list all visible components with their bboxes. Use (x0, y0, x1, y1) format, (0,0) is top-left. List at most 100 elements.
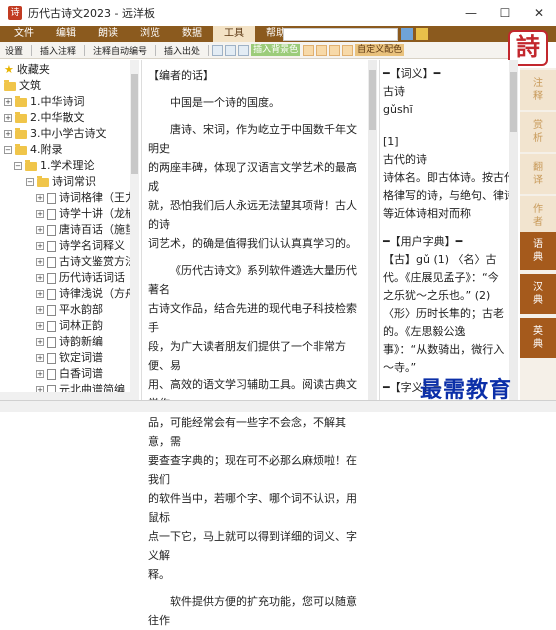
custom-color-button[interactable]: 自定义配色 (355, 44, 405, 56)
expand-icon[interactable]: + (4, 114, 12, 122)
tab-han-dict[interactable]: 汉典 (520, 274, 556, 314)
side-tab-char: 作 (533, 204, 543, 215)
expand-icon[interactable]: + (36, 338, 44, 346)
insert-source-button[interactable]: 插入出处 (159, 44, 205, 57)
tree-item-document[interactable]: + 诗韵新编 (36, 334, 103, 350)
menu-browse[interactable]: 浏览 (129, 26, 171, 42)
document-icon (47, 272, 56, 284)
expand-icon[interactable]: + (36, 258, 44, 266)
tree-item-document[interactable]: + 唐诗百话（施蛰 (36, 222, 130, 238)
dictionary-panel: ━【词义】━ 古诗 gǔshī [1] 古代的诗 诗体名。即古体诗。按古代 格律… (379, 60, 509, 400)
tree-item-library[interactable]: 文筑 (4, 78, 41, 94)
article-text[interactable]: 【编者的话】 中国是一个诗的国度。 唐诗、宋词，作为屹立于中国数千年文明史 的两座… (148, 66, 366, 630)
tree-item-document[interactable]: + 钦定词谱 (36, 350, 103, 366)
expand-icon[interactable]: + (36, 242, 44, 250)
tree-scrollbar[interactable] (130, 60, 139, 400)
tree-item-document[interactable]: + 诗学名词释义（ (36, 238, 130, 254)
scroll-thumb[interactable] (510, 72, 517, 132)
tab-notes[interactable]: 注释 (520, 70, 556, 110)
tree-item-document[interactable]: + 诗词格律（王力 (36, 190, 130, 206)
tab-appreciation[interactable]: 赏析 (520, 112, 556, 152)
color-swatch[interactable] (303, 44, 315, 56)
expand-icon[interactable]: + (36, 274, 44, 282)
collapse-icon[interactable]: − (26, 178, 34, 186)
scroll-thumb[interactable] (131, 74, 138, 174)
tree-item-document[interactable]: + 历代诗话词话 (36, 270, 125, 286)
maximize-button[interactable]: ☐ (488, 0, 522, 26)
expand-icon[interactable]: + (36, 322, 44, 330)
close-button[interactable]: ✕ (522, 0, 556, 26)
tree-item-label: 文筑 (19, 79, 41, 92)
dict-entry: 【古】gǔ (1) 〈名〉古 (383, 253, 497, 266)
folder-icon (15, 143, 27, 155)
tree-item-document[interactable]: + 平水韵部 (36, 302, 103, 318)
expand-icon[interactable]: + (36, 306, 44, 314)
editor-scrollbar[interactable] (368, 60, 377, 400)
expand-icon[interactable]: + (36, 370, 44, 378)
expand-icon[interactable]: + (36, 194, 44, 202)
insert-note-button[interactable]: 插入注释 (35, 44, 81, 57)
tree-item-appendix[interactable]: − 4.附录 (4, 142, 63, 158)
menu-data[interactable]: 数据 (171, 26, 213, 42)
search-input[interactable] (283, 28, 398, 41)
tree-item-document[interactable]: + 古诗文鉴赏方法 (36, 254, 130, 270)
color-swatch[interactable] (342, 44, 354, 56)
tab-author[interactable]: 作者 (520, 196, 556, 236)
side-tab-char: 赏 (533, 120, 543, 131)
document-icon (47, 256, 56, 268)
color-swatch[interactable] (225, 44, 237, 56)
dictionary-scrollbar[interactable] (509, 60, 518, 400)
menu-file[interactable]: 文件 (0, 26, 45, 42)
document-icon (47, 240, 56, 252)
scroll-thumb[interactable] (369, 70, 376, 130)
collapse-icon[interactable]: − (4, 146, 12, 154)
expand-icon[interactable]: + (36, 290, 44, 298)
pencil-icon[interactable] (416, 28, 428, 40)
tree-item-chinese-poetry[interactable]: + 1.中华诗词 (4, 94, 85, 110)
tree-item-document[interactable]: + 词林正韵 (36, 318, 103, 334)
tree-item-school-poems[interactable]: + 3.中小学古诗文 (4, 126, 107, 142)
tree-item-document[interactable]: + 诗学十讲（龙榆 (36, 206, 130, 222)
color-swatch[interactable] (238, 44, 250, 56)
tree-horizontal-scrollbar[interactable] (0, 392, 139, 400)
menu-tools[interactable]: 工具 (213, 26, 255, 42)
side-tab-char: 译 (533, 175, 543, 186)
menu-edit[interactable]: 编辑 (45, 26, 87, 42)
expand-icon[interactable]: + (36, 354, 44, 362)
expand-icon[interactable]: + (36, 226, 44, 234)
search-icon[interactable] (401, 28, 413, 40)
article-paragraph: 《历代古诗文》系列软件遴选大量历代著名 古诗文作品，结合先进的现代电子科技检索手段… (148, 261, 366, 584)
tree-item-favorites[interactable]: ★ 收藏夹 (4, 62, 50, 78)
catalog-tree: ★ 收藏夹 文筑 + 1.中华诗词 + 2.中华散文 + 3.中小学古诗文 − … (0, 60, 130, 400)
expand-icon[interactable]: + (4, 130, 12, 138)
settings-button[interactable]: 设置 (0, 44, 28, 57)
tree-item-label: 历代诗话词话 (59, 271, 125, 284)
tree-item-document[interactable]: + 诗律浅说（方舟 (36, 286, 130, 302)
color-swatch[interactable] (212, 44, 224, 56)
tab-translation[interactable]: 翻译 (520, 154, 556, 194)
folder-icon (25, 159, 37, 171)
menu-bar: 文件 编辑 朗读 浏览 数据 工具 帮助 (0, 26, 556, 42)
minimize-button[interactable]: — (454, 0, 488, 26)
auto-number-button[interactable]: 注释自动编号 (88, 44, 152, 57)
tree-item-label: 钦定词谱 (59, 351, 103, 364)
expand-icon[interactable]: + (4, 98, 12, 106)
article-editor[interactable]: 【编者的话】 中国是一个诗的国度。 唐诗、宋词，作为屹立于中国数千年文明史 的两座… (141, 60, 367, 627)
tab-phrase-dict[interactable]: 语典 (520, 232, 556, 270)
article-line: 就，恐怕我们后人永远无法望其项背！古人的诗 (148, 199, 357, 231)
expand-icon[interactable]: + (36, 210, 44, 218)
collapse-icon[interactable]: − (14, 162, 22, 170)
color-swatch[interactable] (316, 44, 328, 56)
tree-item-document[interactable]: + 白香词谱 (36, 366, 103, 382)
menu-read[interactable]: 朗读 (87, 26, 129, 42)
tree-item-label: 白香词谱 (59, 367, 103, 380)
tree-item-label: 收藏夹 (16, 63, 50, 76)
dict-entry: 的。《左思毅公逸 (383, 325, 466, 338)
tree-item-chinese-prose[interactable]: + 2.中华散文 (4, 110, 85, 126)
side-tab-char: 者 (533, 217, 543, 228)
color-swatch[interactable] (329, 44, 341, 56)
tree-item-theory[interactable]: − 1.学术理论 (14, 158, 95, 174)
tree-item-poetry-knowledge[interactable]: − 诗词常识 (26, 174, 96, 190)
insert-bg-color-button[interactable]: 插入背景色 (251, 44, 301, 56)
tab-english-dict[interactable]: 英典 (520, 318, 556, 358)
